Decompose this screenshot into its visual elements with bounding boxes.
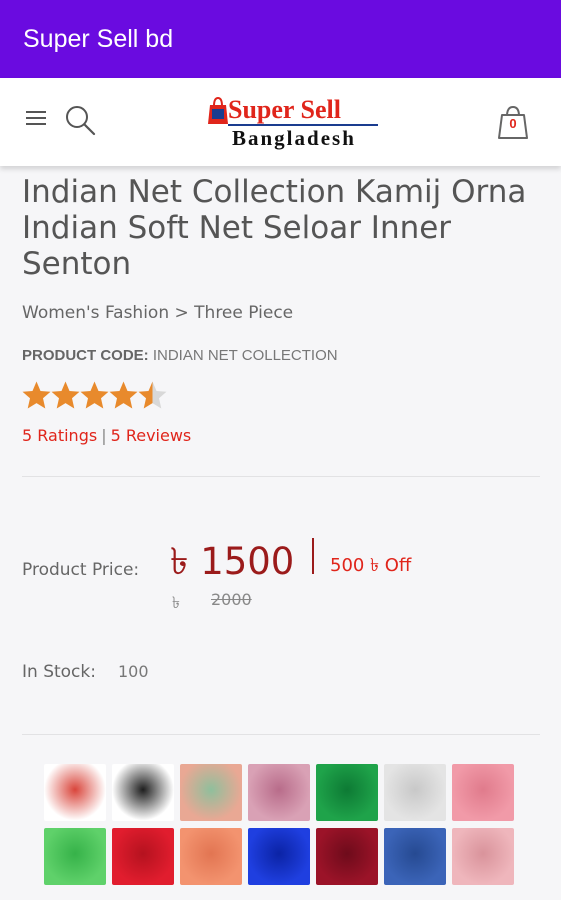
green-fabric-thumb[interactable] — [316, 764, 378, 821]
product-thumbnails — [44, 764, 520, 885]
white-fabric-thumb[interactable] — [384, 764, 446, 821]
logo-text-bottom: Bangladesh — [232, 126, 356, 150]
reviews-link[interactable]: 5 Reviews — [111, 426, 192, 445]
divider — [22, 734, 540, 735]
product-price: ৳ 1500 — [170, 540, 295, 583]
peach-set-thumb[interactable] — [180, 764, 242, 821]
black-dress-thumb[interactable] — [112, 764, 174, 821]
hamburger-menu-icon[interactable] — [26, 111, 46, 127]
old-price-currency: ৳ — [172, 593, 180, 612]
salmon-fabric-thumb[interactable] — [180, 828, 242, 885]
red-fabric-thumb[interactable] — [112, 828, 174, 885]
red-dress-thumb[interactable] — [44, 764, 106, 821]
product-code: PRODUCT CODE: INDIAN NET COLLECTION — [22, 347, 338, 364]
cart-count-badge: 0 — [509, 116, 517, 131]
navy-fabric-thumb[interactable] — [384, 828, 446, 885]
star-icon — [138, 381, 167, 409]
rose-fabric-thumb[interactable] — [452, 828, 514, 885]
star-icon — [109, 381, 138, 409]
product-title: Indian Net Collection Kamij Orna Indian … — [22, 174, 527, 282]
search-icon[interactable] — [64, 104, 96, 136]
maroon-fabric-thumb[interactable] — [316, 828, 378, 885]
breadcrumb[interactable]: Women's Fashion > Three Piece — [22, 303, 293, 323]
blue-fabric-thumb[interactable] — [248, 828, 310, 885]
star-icon — [51, 381, 80, 409]
discount-badge: 500 ৳ Off — [330, 555, 412, 576]
star-rating — [22, 380, 167, 412]
stock-value: 100 — [118, 662, 149, 681]
ratings-summary: 5 Ratings | 5 Reviews — [22, 426, 191, 445]
logo-bag-icon — [208, 96, 228, 124]
product-details: Indian Net Collection Kamij Orna Indian … — [0, 166, 561, 900]
cart-button[interactable]: 0 — [496, 104, 530, 140]
site-header: Super Sell Bangladesh 0 — [0, 78, 561, 166]
site-logo[interactable]: Super Sell Bangladesh — [206, 90, 386, 154]
price-separator — [312, 538, 314, 574]
ratings-link[interactable]: 5 Ratings — [22, 426, 97, 445]
ratings-separator: | — [101, 426, 107, 445]
logo-text-top: Super Sell — [228, 95, 341, 124]
pink-fabric-thumb[interactable] — [452, 764, 514, 821]
product-code-label: PRODUCT CODE: — [22, 347, 149, 364]
product-code-value: INDIAN NET COLLECTION — [152, 347, 338, 364]
stock-label: In Stock: — [22, 662, 96, 682]
price-label: Product Price: — [22, 560, 140, 580]
star-icon — [22, 381, 51, 409]
app-bar: Super Sell bd — [0, 0, 561, 78]
old-price: 2000 — [211, 590, 252, 609]
app-title: Super Sell bd — [23, 24, 174, 53]
star-icon — [80, 381, 109, 409]
pink-model-thumb[interactable] — [248, 764, 310, 821]
divider — [22, 476, 540, 477]
lime-fabric-thumb[interactable] — [44, 828, 106, 885]
